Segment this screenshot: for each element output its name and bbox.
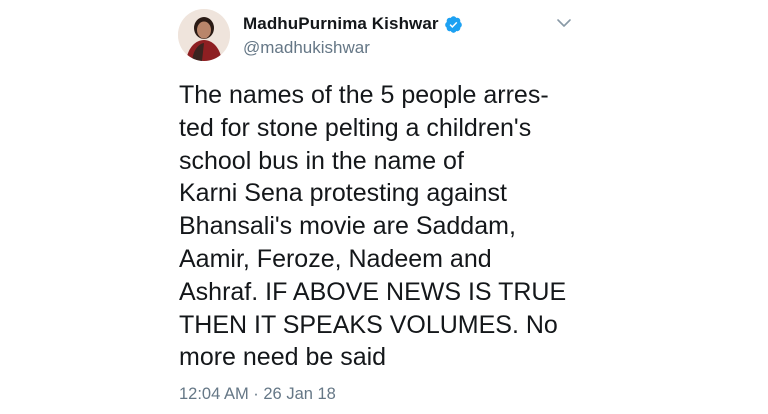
chevron-down-icon[interactable]	[556, 16, 572, 30]
display-name[interactable]: MadhuPurnima Kishwar	[243, 14, 439, 34]
verified-badge-icon	[444, 15, 463, 34]
tweet-card: MadhuPurnima Kishwar @madhukishwar The n…	[0, 0, 768, 414]
profile-photo	[178, 9, 230, 61]
avatar[interactable]	[178, 9, 230, 61]
user-handle[interactable]: @madhukishwar	[243, 38, 370, 58]
tweet-text: The names of the 5 people arres- ted for…	[179, 81, 567, 372]
tweet-timestamp[interactable]: 12:04 AM · 26 Jan 18	[179, 385, 336, 404]
author-row: MadhuPurnima Kishwar	[243, 13, 463, 35]
